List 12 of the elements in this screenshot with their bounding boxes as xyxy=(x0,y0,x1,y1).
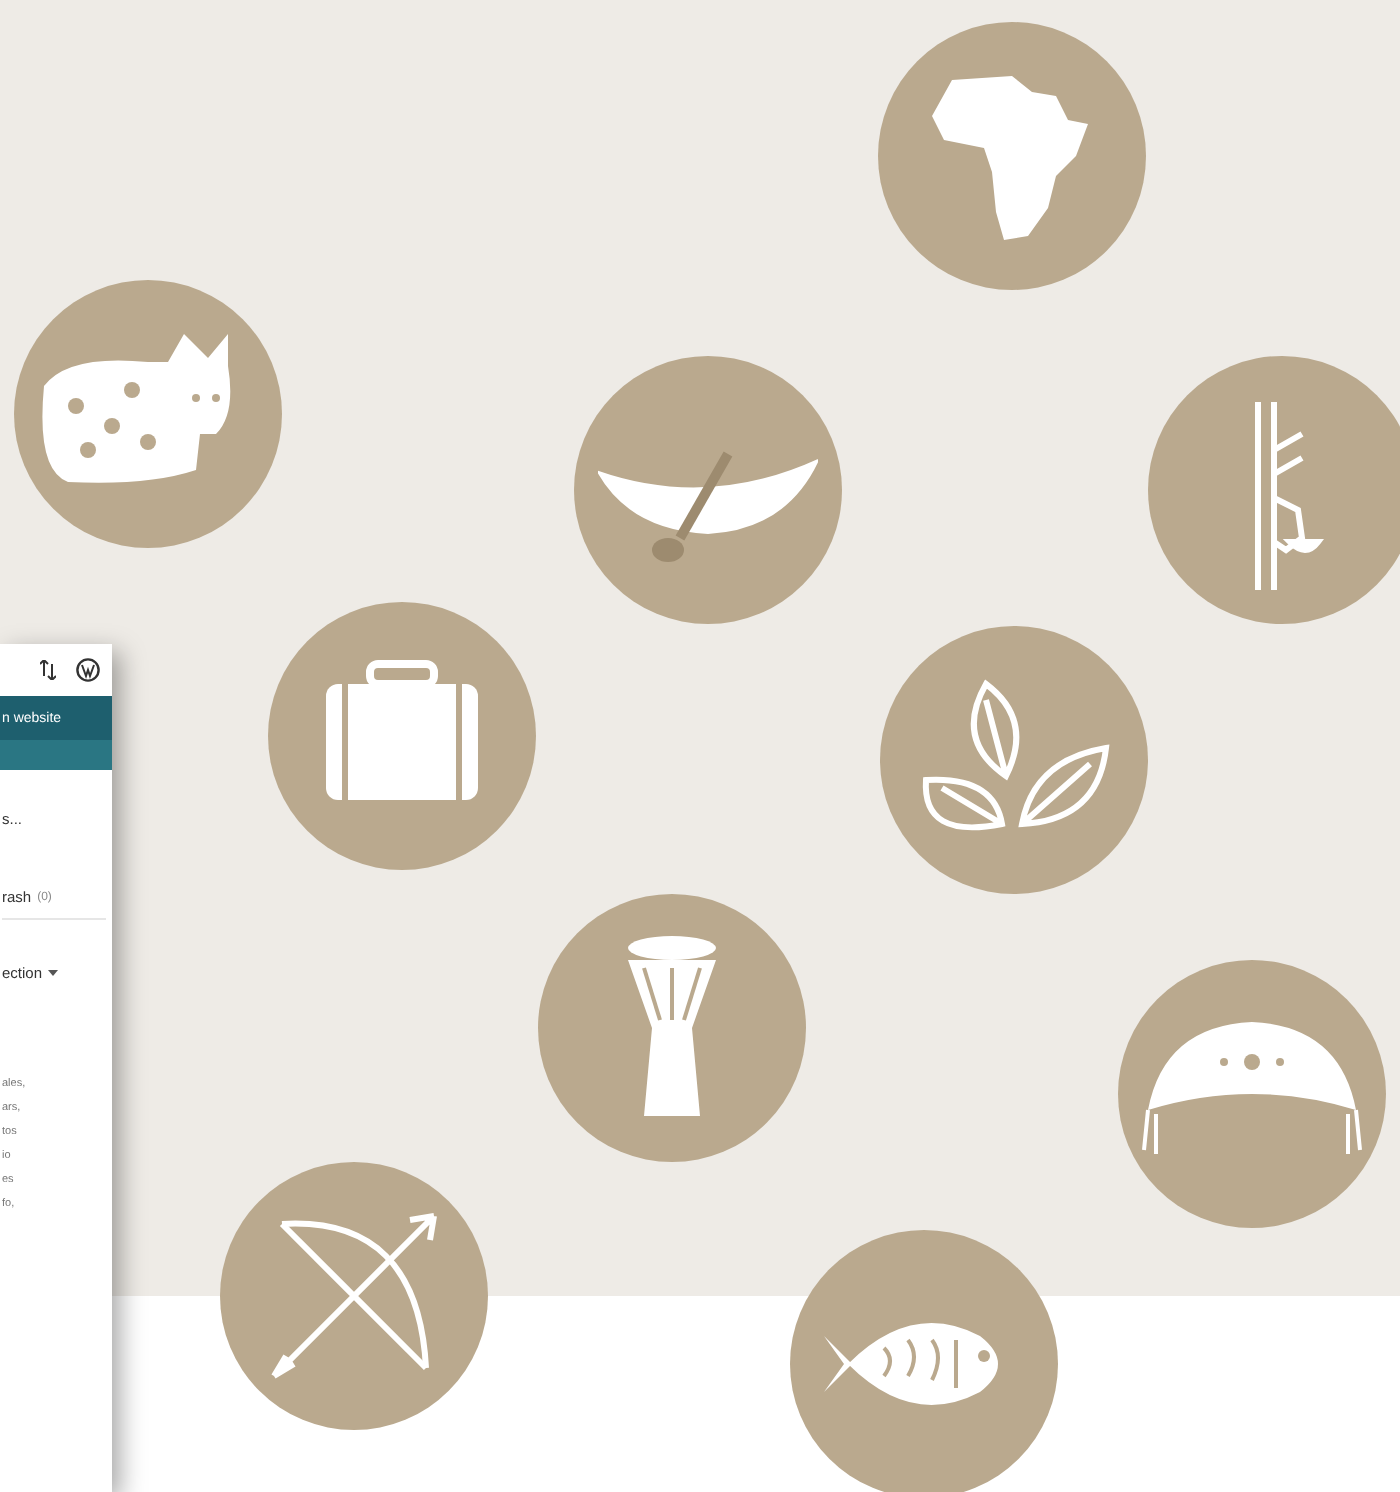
canoe-icon xyxy=(598,451,818,562)
fish-icon xyxy=(824,1323,998,1405)
drum-icon xyxy=(628,936,716,1116)
caret-icon xyxy=(48,970,59,976)
wordpress-logo-icon xyxy=(76,658,100,682)
hat-icon xyxy=(1142,1022,1362,1156)
suitcase-icon xyxy=(326,660,478,800)
leaves-icon xyxy=(922,681,1109,831)
sub-header-bar xyxy=(0,740,112,770)
bow-and-arrow-icon xyxy=(271,1213,437,1379)
sort-arrows-icon xyxy=(40,660,56,680)
africa-map-icon xyxy=(932,76,1088,240)
